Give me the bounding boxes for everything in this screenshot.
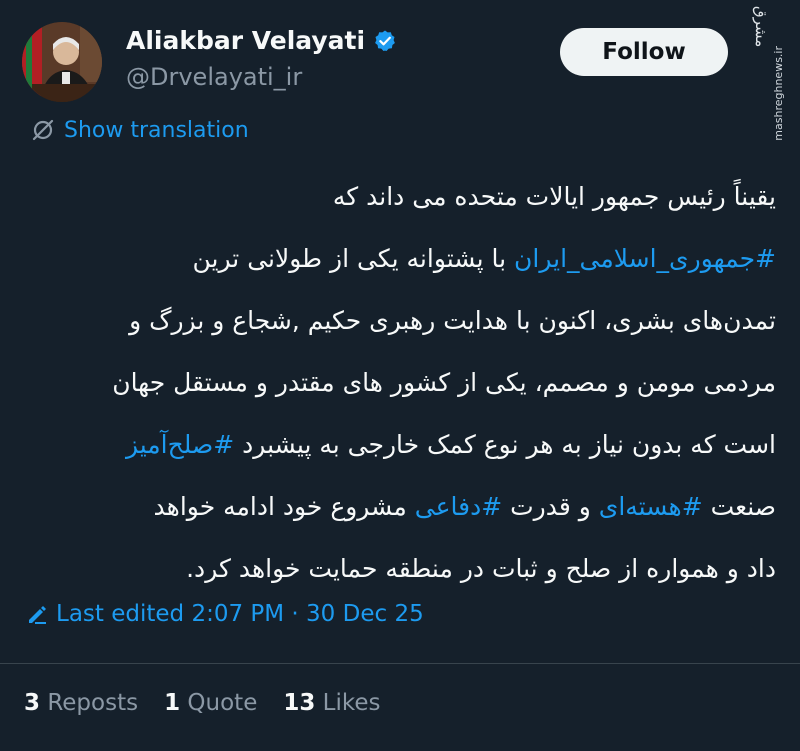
tweet-line: داد و همواره از صلح و ثبات در منطقه حمای… — [24, 538, 776, 600]
likes-count: 13 — [283, 690, 316, 716]
tweet-text-segment: تمدن‌های بشری، اکنون با هدایت رهبری حکیم… — [129, 306, 776, 335]
avatar[interactable] — [22, 22, 102, 102]
avatar-photo — [22, 22, 102, 102]
tweet-text-segment: داد و همواره از صلح و ثبات در منطقه حمای… — [186, 554, 776, 583]
divider — [0, 663, 800, 664]
tweet-text-segment: مردمی مومن و مصمم، یکی از کشور های مقتدر… — [112, 368, 776, 397]
tweet-line: مردمی مومن و مصمم، یکی از کشور های مقتدر… — [24, 352, 776, 414]
tweet-text-segment: صنعت — [702, 492, 776, 521]
tweet-line: #جمهوری_اسلامی_ایران با پشتوانه یکی از ط… — [24, 228, 777, 290]
author-handle[interactable]: @Drvelayati_ir — [126, 63, 302, 91]
verified-badge-icon — [373, 29, 397, 53]
tweet-line: یقیناً رئیس جمهور ایالات متحده می داند ک… — [24, 166, 776, 228]
tweet-text-segment: مشروع خود ادامه خواهد — [153, 492, 415, 521]
tweet-text-segment: یقیناً رئیس جمهور ایالات متحده می داند ک… — [332, 182, 776, 211]
hashtag-link[interactable]: #دفاعی — [415, 492, 502, 521]
hashtag-link[interactable]: #هسته‌ای — [599, 492, 703, 521]
follow-button[interactable]: Follow — [560, 28, 728, 76]
engagement-stats: 3 Reposts 1 Quote 13 Likes — [24, 690, 381, 716]
tweet-text-segment: است که بدون نیاز به هر نوع کمک خارجی به … — [234, 430, 776, 459]
edit-pencil-icon — [26, 603, 48, 625]
reposts-count: 3 — [24, 690, 41, 716]
watermark-logo: مشرق — [752, 6, 770, 48]
hashtag-link[interactable]: #جمهوری_اسلامی_ایران — [514, 244, 776, 273]
tweet-line: تمدن‌های بشری، اکنون با هدایت رهبری حکیم… — [24, 290, 776, 352]
quotes-label: Quote — [187, 690, 258, 716]
tweet-line: صنعت #هسته‌ای و قدرت #دفاعی مشروع خود اد… — [24, 476, 776, 538]
likes-label: Likes — [322, 690, 381, 716]
tweet-text: یقیناً رئیس جمهور ایالات متحده می داند ک… — [24, 166, 776, 600]
hashtag-link[interactable]: #صلح‌آمیز — [126, 430, 234, 459]
quotes-stat[interactable]: 1 Quote — [164, 690, 257, 716]
translate-icon — [30, 117, 56, 143]
quotes-count: 1 — [164, 690, 181, 716]
tweet-text-segment: و قدرت — [502, 492, 599, 521]
watermark: مشرق mashreghnews.ir — [744, 6, 798, 141]
author-display-name[interactable]: Aliakbar Velayati — [126, 26, 365, 55]
tweet-line: است که بدون نیاز به هر نوع کمک خارجی به … — [24, 414, 776, 476]
likes-stat[interactable]: 13 Likes — [283, 690, 380, 716]
author-name-row: Aliakbar Velayati — [126, 26, 397, 55]
show-translation-label[interactable]: Show translation — [64, 118, 249, 143]
reposts-stat[interactable]: 3 Reposts — [24, 690, 138, 716]
show-translation-link[interactable]: Show translation — [30, 117, 249, 143]
last-edited-link[interactable]: Last edited 2:07 PM · 30 Dec 25 — [26, 601, 424, 627]
tweet-header: Aliakbar Velayati @Drvelayati_ir Follow … — [0, 0, 800, 141]
last-edited-label[interactable]: Last edited 2:07 PM · 30 Dec 25 — [56, 601, 424, 627]
reposts-label: Reposts — [47, 690, 139, 716]
watermark-site: mashreghnews.ir — [772, 46, 785, 141]
tweet-text-segment: با پشتوانه یکی از طولانی ترین — [192, 244, 515, 273]
